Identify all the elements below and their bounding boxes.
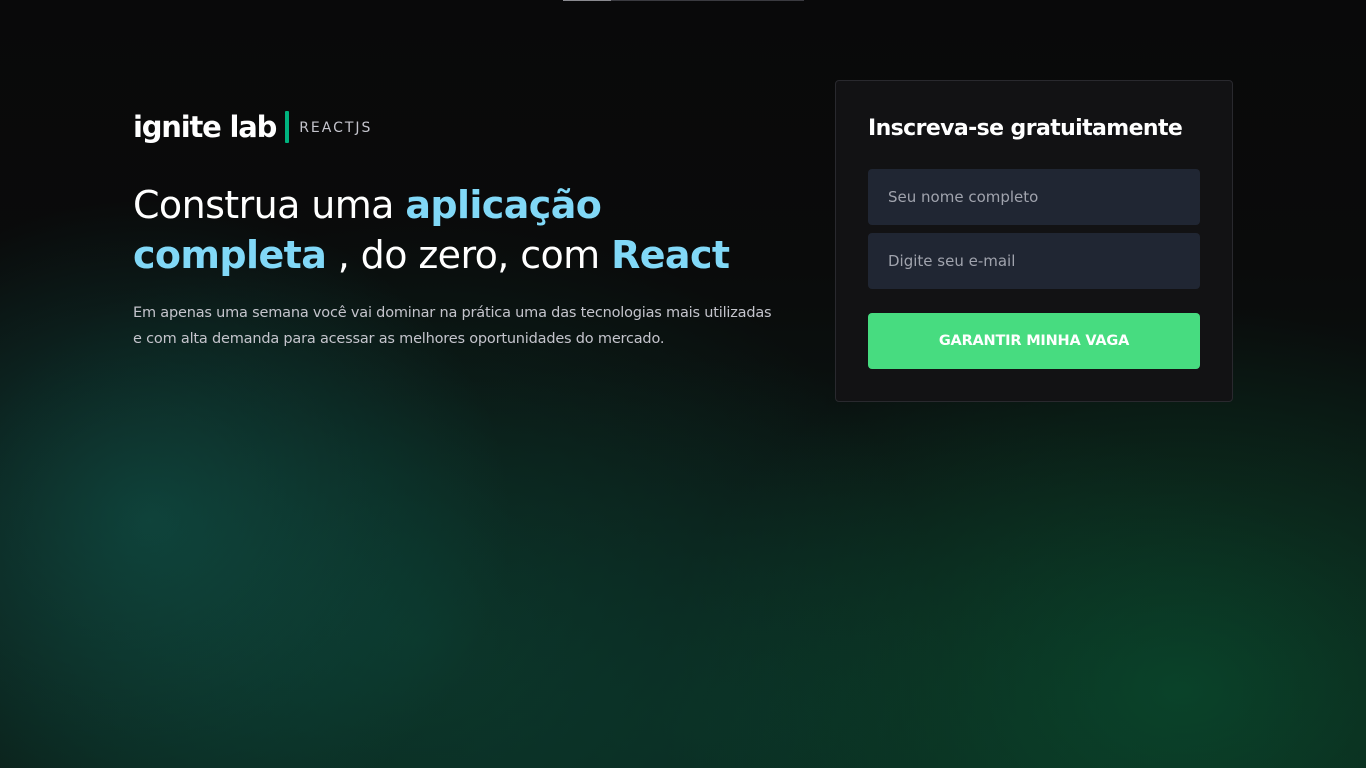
email-input[interactable] [868, 233, 1200, 289]
name-input[interactable] [868, 169, 1200, 225]
signup-card: Inscreva-se gratuitamente GARANTIR MINHA… [835, 80, 1233, 402]
top-progress-line [563, 0, 804, 1]
hero-description: Em apenas uma semana você vai dominar na… [133, 305, 772, 347]
headline-part-2: , do zero, com [326, 233, 612, 277]
signup-title: Inscreva-se gratuitamente [868, 116, 1183, 141]
logo: ignite lab REACTJS [133, 108, 783, 146]
headline-part-1: Construa uma [133, 183, 406, 227]
logo-divider [285, 111, 290, 143]
logo-brand: ignite lab [133, 110, 277, 144]
hero-headline: Construa uma aplicação completa , do zer… [133, 180, 783, 280]
logo-track: REACTJS [299, 120, 373, 136]
submit-button[interactable]: GARANTIR MINHA VAGA [868, 313, 1200, 369]
headline-highlight-react: React [611, 233, 730, 277]
hero-section: ignite lab REACTJS Construa uma aplicaçã… [133, 108, 783, 352]
